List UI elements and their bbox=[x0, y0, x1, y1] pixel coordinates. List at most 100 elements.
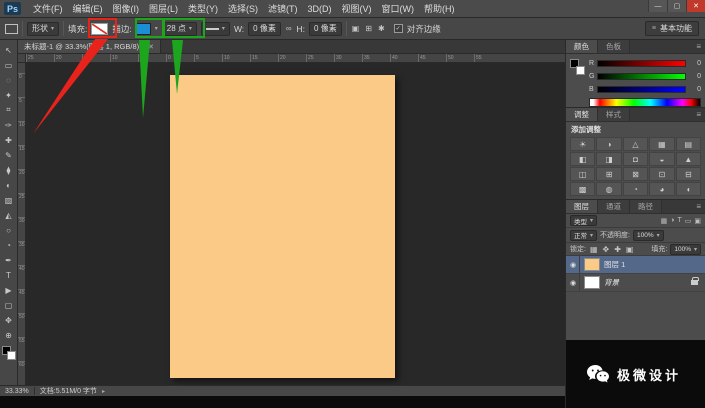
style-icon[interactable]: ◖ bbox=[675, 182, 701, 196]
blur-tool[interactable]: ○ bbox=[1, 223, 17, 237]
tab-close-icon[interactable]: ✕ bbox=[148, 43, 154, 51]
dodge-tool[interactable]: ◔ bbox=[1, 238, 17, 252]
quick-selection-tool[interactable]: ✦ bbox=[1, 88, 17, 102]
blend-mode-dropdown[interactable]: 正常 ▾ bbox=[570, 229, 598, 241]
rectangle-tool-icon[interactable] bbox=[5, 23, 18, 34]
adjustment-icon[interactable]: ▲ bbox=[675, 152, 701, 166]
panel-menu-icon[interactable]: ≡ bbox=[696, 108, 705, 121]
layer-filter-dropdown[interactable]: 类型 ▾ bbox=[570, 215, 598, 226]
width-field[interactable]: 0 像素 bbox=[248, 21, 281, 36]
layer-thumbnail[interactable] bbox=[584, 276, 600, 289]
lock-position-icon[interactable]: ✥ bbox=[602, 245, 611, 254]
style-icon[interactable]: ▩ bbox=[570, 182, 596, 196]
link-dimensions-icon[interactable]: ∞ bbox=[285, 24, 293, 33]
lock-all-icon[interactable]: ▣ bbox=[625, 245, 635, 254]
eyedropper-tool[interactable]: ✑ bbox=[1, 118, 17, 132]
move-tool[interactable]: ↖ bbox=[1, 43, 17, 57]
filter-pixel-icon[interactable]: ▦ bbox=[661, 217, 668, 225]
visibility-eye-icon[interactable]: ◉ bbox=[570, 274, 580, 291]
color-spectrum-ramp[interactable] bbox=[589, 98, 701, 107]
maximize-button[interactable]: ▢ bbox=[667, 0, 686, 12]
path-operations-icon[interactable]: ▣ bbox=[351, 24, 361, 33]
lock-transparency-icon[interactable]: ▦ bbox=[589, 245, 599, 254]
tab-paths[interactable]: 路径 bbox=[630, 200, 662, 213]
layer-name[interactable]: 背景 bbox=[604, 277, 619, 288]
crop-tool[interactable]: ⌗ bbox=[1, 103, 17, 117]
green-value[interactable]: 0 bbox=[689, 73, 701, 80]
path-alignment-icon[interactable]: ⊞ bbox=[364, 24, 373, 33]
stroke-style-dropdown[interactable]: ▾ bbox=[200, 21, 230, 36]
tab-styles[interactable]: 样式 bbox=[598, 108, 630, 121]
style-icon[interactable]: ◕ bbox=[649, 182, 675, 196]
close-button[interactable]: ✕ bbox=[686, 0, 705, 12]
document-tab[interactable]: 未标题-1 @ 33.3%(图层 1, RGB/8)* ✕ bbox=[18, 40, 161, 53]
red-value[interactable]: 0 bbox=[689, 60, 701, 67]
workspace-switcher[interactable]: ≡ 基本功能 bbox=[644, 21, 699, 36]
tool-mode-dropdown[interactable]: 形状 ▾ bbox=[27, 21, 60, 36]
adjustment-icon[interactable]: ◨ bbox=[596, 152, 622, 166]
document-canvas[interactable] bbox=[170, 75, 395, 378]
menu-layer[interactable]: 图层(L) bbox=[144, 2, 183, 15]
style-icon[interactable]: ⊟ bbox=[675, 167, 701, 181]
height-field[interactable]: 0 像素 bbox=[309, 21, 342, 36]
style-icon[interactable]: ⊠ bbox=[622, 167, 649, 181]
lasso-tool[interactable]: ◌ bbox=[1, 73, 17, 87]
brush-tool[interactable]: ✎ bbox=[1, 148, 17, 162]
lock-pixels-icon[interactable]: ✚ bbox=[613, 245, 622, 254]
background-color-swatch[interactable] bbox=[6, 351, 16, 360]
align-edges-checkbox[interactable]: ✓ bbox=[393, 24, 403, 33]
blue-slider[interactable] bbox=[596, 86, 686, 93]
gradient-tool[interactable]: ◭ bbox=[1, 208, 17, 222]
filter-smart-icon[interactable]: ▣ bbox=[694, 217, 701, 225]
layer-thumbnail[interactable] bbox=[584, 258, 600, 271]
menu-window[interactable]: 窗口(W) bbox=[377, 2, 420, 15]
path-arrange-icon[interactable]: ✱ bbox=[377, 24, 386, 33]
marquee-tool[interactable]: ▭ bbox=[1, 58, 17, 72]
style-icon[interactable]: ◍ bbox=[596, 182, 622, 196]
eraser-tool[interactable]: ▨ bbox=[1, 193, 17, 207]
menu-type[interactable]: 类型(Y) bbox=[183, 2, 223, 15]
type-tool[interactable]: T bbox=[1, 268, 17, 282]
panel-menu-icon[interactable]: ≡ bbox=[696, 200, 705, 213]
vertical-ruler-scale[interactable]: 0 5 10 15 20 25 30 35 40 45 50 55 60 bbox=[18, 63, 26, 385]
layer-row-layer1[interactable]: ◉ 图层 1 bbox=[566, 256, 705, 274]
hand-tool[interactable]: ✥ bbox=[1, 313, 17, 327]
status-caret-icon[interactable]: ▸ bbox=[102, 388, 105, 395]
healing-brush-tool[interactable]: ✚ bbox=[1, 133, 17, 147]
fill-color-swatch[interactable] bbox=[91, 22, 109, 35]
menu-view[interactable]: 视图(V) bbox=[337, 2, 377, 15]
style-icon[interactable]: ◫ bbox=[570, 167, 596, 181]
adjustment-icon[interactable]: ◒ bbox=[649, 152, 675, 166]
clone-stamp-tool[interactable]: ⧫ bbox=[1, 163, 17, 177]
adjustment-icon[interactable]: ▦ bbox=[649, 137, 675, 151]
zoom-tool[interactable]: ⊕ bbox=[1, 328, 17, 342]
shape-tool[interactable]: ▢ bbox=[1, 298, 17, 312]
pen-tool[interactable]: ✒ bbox=[1, 253, 17, 267]
menu-file[interactable]: 文件(F) bbox=[28, 2, 68, 15]
filter-shape-icon[interactable]: ▭ bbox=[685, 217, 692, 225]
menu-image[interactable]: 图像(I) bbox=[108, 2, 145, 15]
style-icon[interactable]: ◔ bbox=[622, 182, 649, 196]
opacity-field[interactable]: 100% ▾ bbox=[632, 229, 664, 241]
path-selection-tool[interactable]: ▶ bbox=[1, 283, 17, 297]
adjustment-icon[interactable]: ◘ bbox=[622, 152, 649, 166]
visibility-eye-icon[interactable]: ◉ bbox=[570, 256, 580, 273]
horizontal-ruler-scale[interactable]: 25 20 15 10 5 0 5 10 15 20 25 30 35 40 4… bbox=[26, 54, 565, 62]
red-slider[interactable] bbox=[597, 60, 686, 67]
canvas-area[interactable] bbox=[26, 63, 565, 385]
adjustment-icon[interactable]: ▤ bbox=[675, 137, 701, 151]
tab-layers[interactable]: 图层 bbox=[566, 200, 598, 213]
panel-menu-icon[interactable]: ≡ bbox=[696, 40, 705, 53]
menu-filter[interactable]: 滤镜(T) bbox=[263, 2, 303, 15]
filter-type-icon[interactable]: T bbox=[677, 217, 681, 225]
stroke-color-swatch[interactable] bbox=[135, 22, 151, 35]
zoom-level-field[interactable]: 33.33% bbox=[5, 388, 29, 395]
adjustment-icon[interactable]: ◧ bbox=[570, 152, 596, 166]
history-brush-tool[interactable]: ◐ bbox=[1, 178, 17, 192]
stroke-width-field[interactable]: 28 点 ▾ bbox=[161, 21, 197, 36]
chevron-down-icon[interactable]: ▾ bbox=[155, 25, 158, 32]
green-slider[interactable] bbox=[597, 73, 686, 80]
fill-opacity-field[interactable]: 100% ▾ bbox=[670, 243, 701, 255]
adjustment-icon[interactable]: ◑ bbox=[596, 137, 622, 151]
blue-value[interactable]: 0 bbox=[689, 86, 701, 93]
